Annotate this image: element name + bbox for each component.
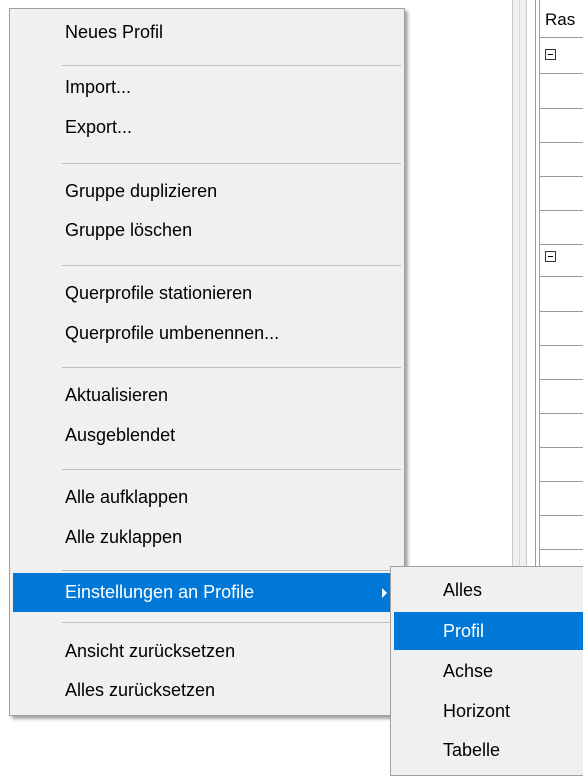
grid-column-header[interactable]: Ras: [540, 0, 583, 38]
menu-item-new-profile[interactable]: Neues Profil: [13, 13, 401, 52]
grid-row-line: [540, 413, 583, 414]
grid-row-line: [540, 549, 583, 550]
menu-separator: [62, 570, 401, 571]
submenu-item-table[interactable]: Tabelle: [394, 731, 583, 769]
grid-row-line: [540, 73, 583, 74]
submenu-arrow-icon: [382, 588, 387, 598]
menu-item-reset-view[interactable]: Ansicht zurücksetzen: [13, 632, 401, 671]
menu-item-export[interactable]: Export...: [13, 108, 401, 147]
grid-row-line: [540, 311, 583, 312]
grid-row-line: [540, 142, 583, 143]
grid-row-line: [540, 447, 583, 448]
grid-row-line: [540, 379, 583, 380]
menu-item-refresh[interactable]: Aktualisieren: [13, 376, 401, 415]
menu-item-expand-all[interactable]: Alle aufklappen: [13, 478, 401, 517]
menu-item-profile-settings[interactable]: Einstellungen an Profile: [13, 573, 401, 612]
menu-item-delete-group[interactable]: Gruppe löschen: [13, 211, 401, 250]
menu-item-import[interactable]: Import...: [13, 68, 401, 107]
submenu-item-horizon[interactable]: Horizont: [394, 692, 583, 730]
menu-item-profile-settings-label: Einstellungen an Profile: [65, 582, 255, 602]
menu-separator: [62, 65, 401, 66]
submenu-item-axis[interactable]: Achse: [394, 652, 583, 690]
menu-item-station-cross-profiles[interactable]: Querprofile stationieren: [13, 274, 401, 313]
menu-item-rename-cross-profiles[interactable]: Querprofile umbenennen...: [13, 314, 401, 353]
menu-item-collapse-all[interactable]: Alle zuklappen: [13, 518, 401, 557]
grid-row-line: [540, 210, 583, 211]
menu-separator: [62, 265, 401, 266]
profile-settings-submenu: Alles Profil Achse Horizont Tabelle: [390, 566, 583, 776]
grid-row-line: [540, 108, 583, 109]
collapse-icon[interactable]: [545, 251, 556, 262]
submenu-item-profile[interactable]: Profil: [394, 612, 583, 650]
menu-item-hidden[interactable]: Ausgeblendet: [13, 416, 401, 455]
grid-row-line: [540, 244, 583, 245]
grid-row-line: [540, 515, 583, 516]
menu-item-duplicate-group[interactable]: Gruppe duplizieren: [13, 172, 401, 211]
grid-row-line: [540, 176, 583, 177]
grid-row-line: [540, 481, 583, 482]
menu-separator: [62, 163, 401, 164]
collapse-icon[interactable]: [545, 49, 556, 60]
menu-separator: [62, 469, 401, 470]
grid-row-line: [540, 276, 583, 277]
menu-separator: [62, 622, 401, 623]
grid-row-line: [540, 345, 583, 346]
submenu-item-all[interactable]: Alles: [394, 571, 583, 609]
menu-separator: [62, 367, 401, 368]
menu-item-reset-all[interactable]: Alles zurücksetzen: [13, 671, 401, 710]
context-menu: Neues Profil Import... Export... Gruppe …: [9, 8, 405, 716]
